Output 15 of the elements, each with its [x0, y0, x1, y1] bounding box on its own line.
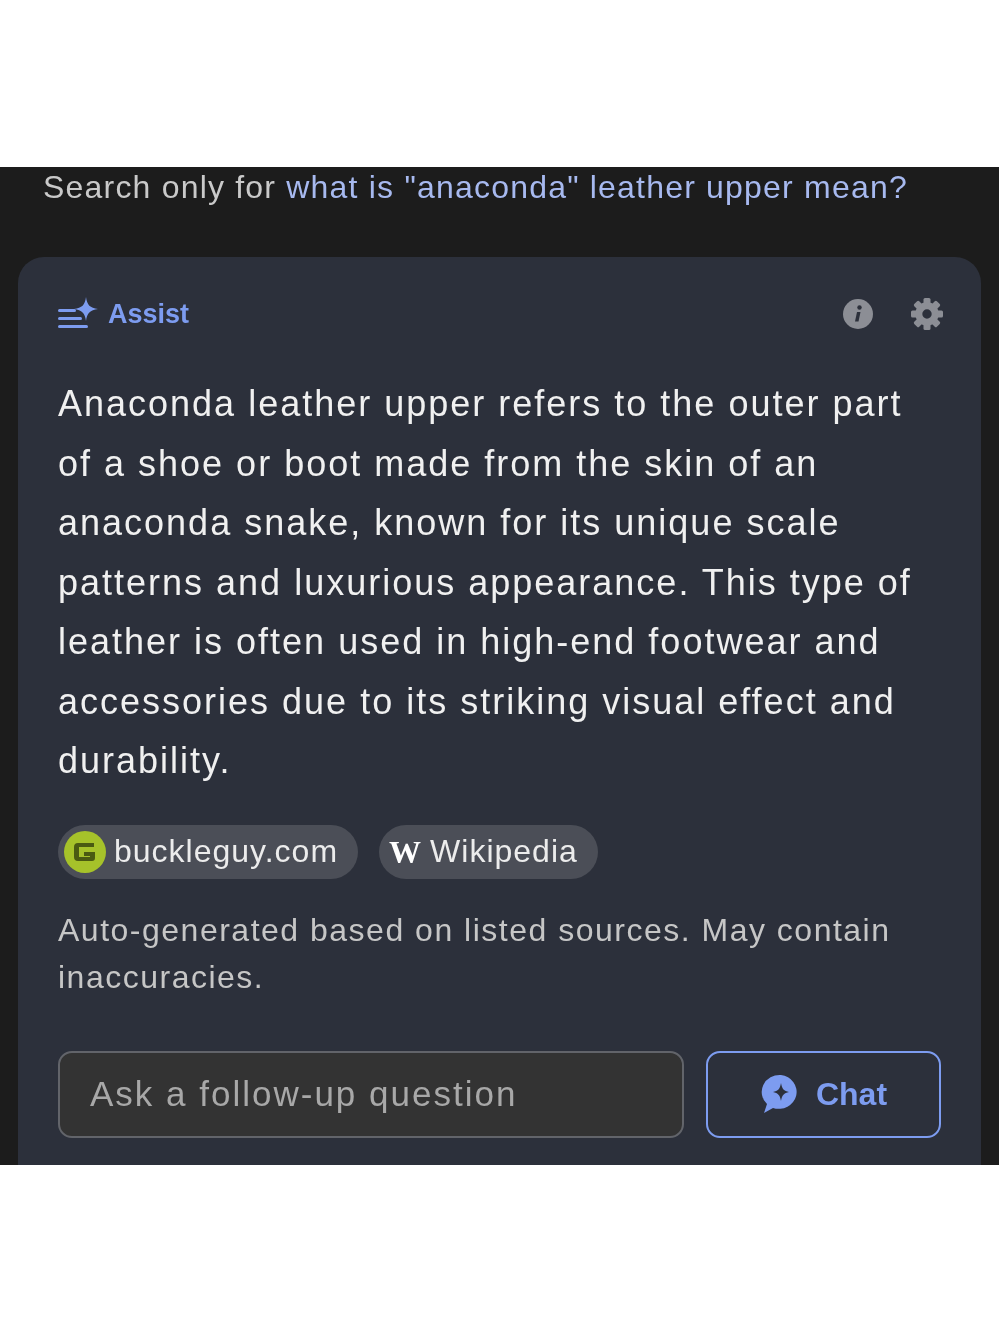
sparkle-lines-icon: [58, 297, 98, 331]
chat-button[interactable]: Chat: [706, 1050, 941, 1138]
search-suggestion: Search only for what is "anaconda" leather upper mean?: [42, 168, 909, 207]
disclaimer-text: Auto-generated based on listed sources. May contain inaccuracies.: [58, 910, 892, 997]
query-link[interactable]: what is "anaconda" leather upper mean?: [286, 169, 908, 205]
source-chip[interactable]: buckleguy.com: [58, 824, 359, 879]
settings-icon[interactable]: [911, 298, 943, 330]
follow-up-field[interactable]: Ask a follow-up question: [58, 1050, 684, 1138]
chat-bubble-icon: [759, 1074, 800, 1114]
answer-text: Anaconda leather upper refers to the outer part of a shoe or boot made from the skin of an anaconda snake, known for its unique scale patterns and luxurious appearance. This type of leather is often used in high-end footwear and accessories due to its striking visual effect and durability.: [58, 382, 913, 783]
wikipedia-logo-icon: W: [389, 835, 423, 868]
site-logo-icon: [64, 830, 106, 873]
source-chip[interactable]: W Wikipedia: [379, 824, 598, 879]
info-icon[interactable]: [843, 299, 873, 329]
assist-title: Assist: [108, 298, 190, 330]
